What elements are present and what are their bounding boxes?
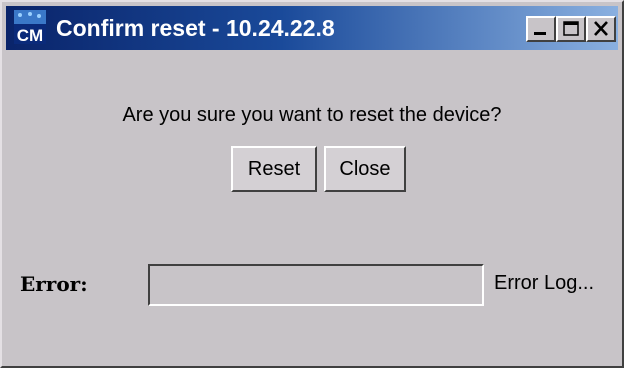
maximize-icon bbox=[558, 18, 584, 40]
error-label: Error: bbox=[20, 272, 88, 296]
close-window-button[interactable] bbox=[586, 16, 616, 42]
window-title: Confirm reset - 10.24.22.8 bbox=[56, 15, 335, 41]
close-button[interactable]: Close bbox=[324, 146, 406, 192]
confirmation-message: Are you sure you want to reset the devic… bbox=[122, 104, 502, 126]
error-field[interactable] bbox=[148, 264, 484, 306]
minimize-icon bbox=[528, 18, 554, 40]
minimize-button[interactable] bbox=[526, 16, 556, 42]
reset-button[interactable]: Reset bbox=[231, 146, 317, 192]
cm-app-icon[interactable]: CM bbox=[14, 10, 46, 45]
close-icon bbox=[588, 18, 614, 40]
maximize-button[interactable] bbox=[556, 16, 586, 42]
title-bar[interactable]: CM Confirm reset - 10.24.22.8 bbox=[6, 6, 618, 50]
confirm-reset-window: CM Confirm reset - 10.24.22.8 Are you su… bbox=[0, 0, 624, 368]
error-log-link[interactable]: Error Log... bbox=[494, 272, 594, 295]
svg-text:CM: CM bbox=[17, 26, 43, 44]
